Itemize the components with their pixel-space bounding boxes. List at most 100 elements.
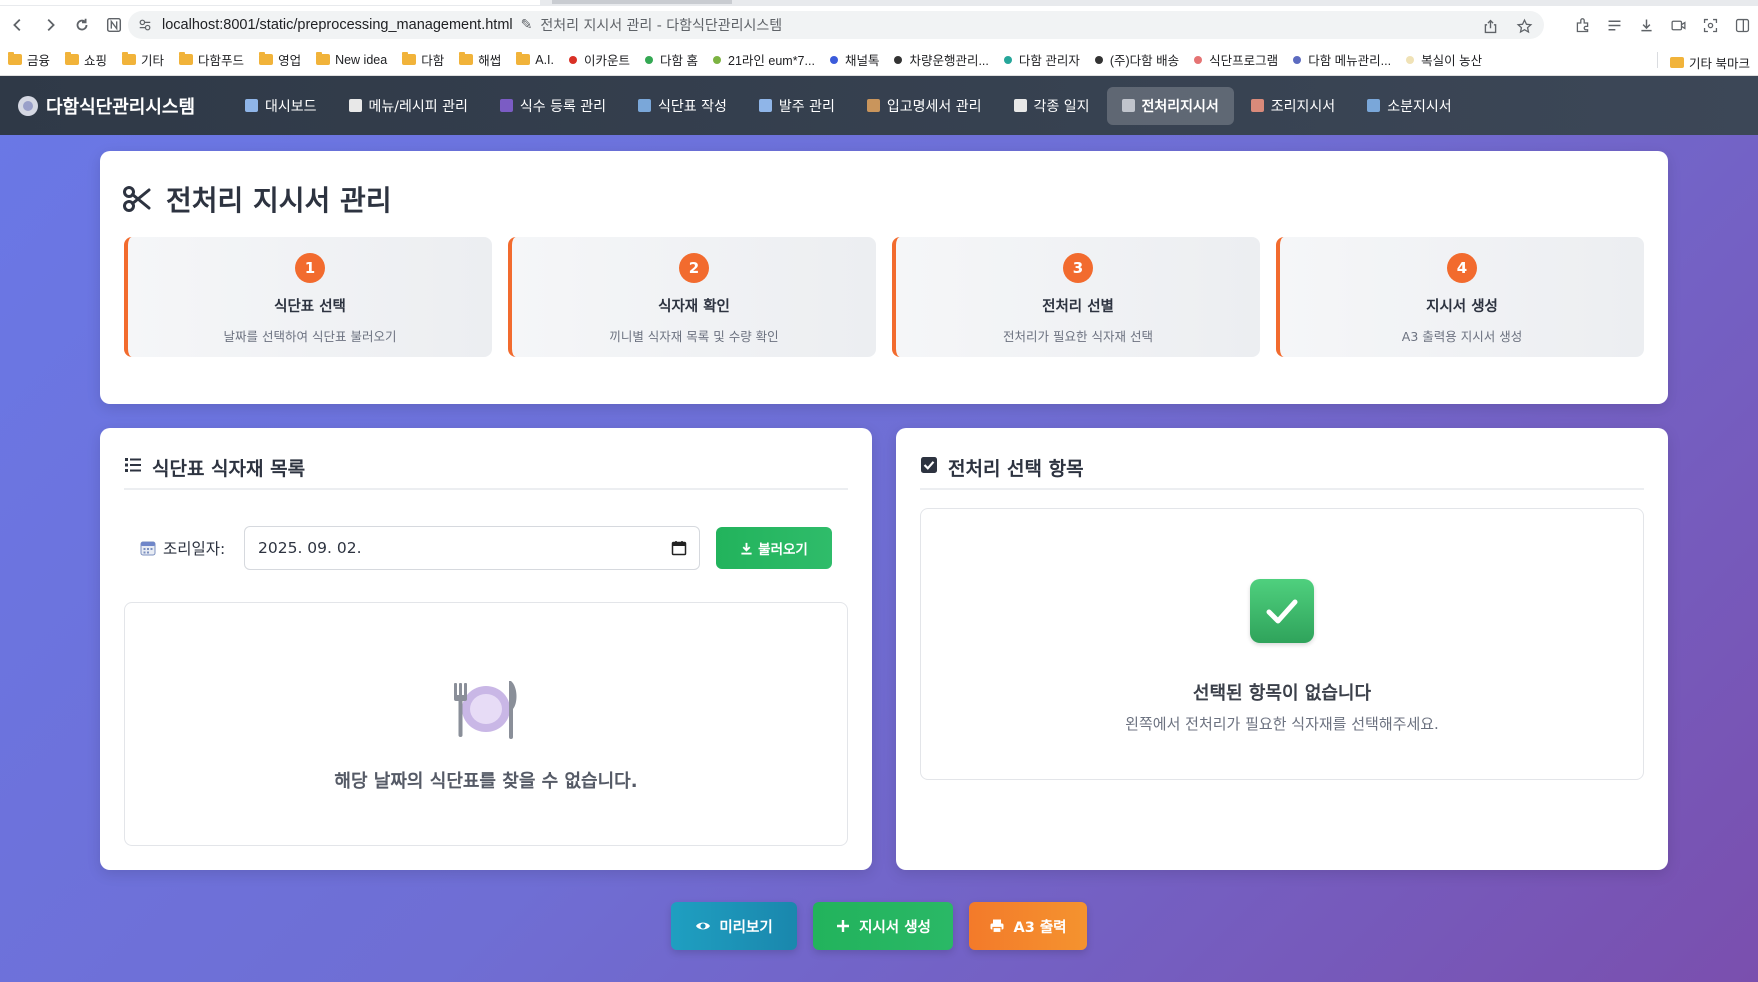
step-description: 날짜를 선택하여 식단표 불러오기 bbox=[223, 329, 397, 344]
bookmark-item[interactable]: 쇼핑 bbox=[65, 50, 107, 69]
bookmark-item[interactable]: (주)다함 배송 bbox=[1094, 50, 1180, 69]
nav-item-2[interactable]: 메뉴/레시피 관리 bbox=[334, 87, 483, 125]
bookmark-item[interactable]: New idea bbox=[316, 52, 388, 67]
workflow-steps: 1 식단표 선택 날짜를 선택하여 식단표 불러오기 2 식자재 확인 끼니별 … bbox=[124, 237, 1646, 357]
folder-icon bbox=[259, 52, 274, 65]
bookmark-star-icon[interactable] bbox=[1514, 16, 1534, 36]
extensions-icon[interactable] bbox=[1572, 15, 1592, 35]
nav-item-3[interactable]: 식수 등록 관리 bbox=[485, 87, 621, 125]
nav-item-label: 메뉴/레시피 관리 bbox=[368, 98, 468, 115]
nav-item-icon bbox=[638, 99, 652, 112]
nav-item-4[interactable]: 식단표 작성 bbox=[623, 87, 742, 125]
bookmark-label: New idea bbox=[335, 52, 388, 67]
back-icon[interactable] bbox=[4, 11, 32, 39]
bookmark-label: 다함 관리자 bbox=[1018, 54, 1080, 68]
step-card-2: 2 식자재 확인 끼니별 식자재 목록 및 수량 확인 bbox=[508, 237, 876, 357]
bookmark-item[interactable]: 해썹 bbox=[459, 50, 501, 69]
preview-button[interactable]: 미리보기 bbox=[671, 902, 797, 950]
bookmark-label: 쇼핑 bbox=[84, 54, 108, 68]
bookmark-item[interactable]: 복실이 농산 bbox=[1406, 50, 1482, 69]
inactive-tab[interactable] bbox=[552, 0, 732, 4]
preview-button-label: 미리보기 bbox=[719, 919, 773, 936]
load-button[interactable]: 불러오기 bbox=[716, 527, 832, 569]
nav-item-icon bbox=[758, 99, 772, 112]
nav-item-7[interactable]: 각종 일지 bbox=[999, 87, 1105, 125]
check-mark-icon bbox=[1250, 579, 1314, 643]
bookmark-label: (주)다함 배송 bbox=[1109, 54, 1180, 68]
bookmark-label: 다함 메뉴관리... bbox=[1308, 54, 1392, 68]
nav-item-icon bbox=[348, 99, 362, 112]
notion-extension-icon[interactable] bbox=[100, 11, 128, 39]
nav-item-8[interactable]: 전처리지시서 bbox=[1106, 86, 1234, 125]
bookmark-item[interactable]: 식단프로그램 bbox=[1194, 50, 1278, 69]
date-label: 조리일자: bbox=[140, 537, 244, 559]
folder-icon bbox=[1670, 57, 1685, 68]
nav-item-9[interactable]: 조리지시서 bbox=[1236, 87, 1350, 125]
reload-icon[interactable] bbox=[68, 11, 96, 39]
nav-item-10[interactable]: 소분지시서 bbox=[1352, 87, 1466, 125]
nav-item-icon bbox=[1121, 99, 1135, 112]
site-info-icon[interactable] bbox=[138, 18, 152, 32]
active-tab[interactable] bbox=[0, 0, 540, 5]
empty-selection-title: 선택된 항목이 없습니다 bbox=[1192, 683, 1372, 704]
create-button-label: 지시서 생성 bbox=[859, 919, 931, 936]
bookmark-item[interactable]: 차량운행관리... bbox=[894, 50, 989, 69]
nav-item-icon bbox=[499, 99, 513, 112]
nav-item-label: 소분지시서 bbox=[1387, 98, 1452, 115]
bookmark-item[interactable]: 금융 bbox=[8, 50, 50, 69]
nav-item-5[interactable]: 발주 관리 bbox=[744, 87, 850, 125]
bookmark-label: 기타 bbox=[141, 54, 165, 68]
bookmark-label: 이카운트 bbox=[584, 54, 631, 68]
nav-item-label: 식단표 작성 bbox=[658, 98, 727, 115]
nav-item-label: 입고명세서 관리 bbox=[886, 98, 982, 115]
bookmark-item[interactable]: 다함 홈 bbox=[645, 50, 698, 69]
nav-item-6[interactable]: 입고명세서 관리 bbox=[852, 87, 997, 125]
create-instruction-button[interactable]: 지시서 생성 bbox=[813, 902, 953, 950]
nav-item-label: 각종 일지 bbox=[1033, 98, 1090, 115]
brand-name: 다함식단관리시스템 bbox=[46, 96, 196, 118]
section-title: 전처리 선택 항목 bbox=[948, 458, 1084, 480]
media-icon[interactable] bbox=[1668, 15, 1688, 35]
folder-icon bbox=[179, 52, 194, 65]
list-icon bbox=[125, 458, 141, 472]
printer-icon bbox=[990, 919, 1004, 934]
forward-icon[interactable] bbox=[36, 11, 64, 39]
bookmark-item[interactable]: 다함 메뉴관리... bbox=[1293, 50, 1391, 69]
nav-item-1[interactable]: 대시보드 bbox=[230, 87, 332, 125]
bookmark-item[interactable]: A.I. bbox=[516, 52, 554, 67]
bookmark-item[interactable]: 다함 bbox=[402, 50, 444, 69]
nav-item-icon bbox=[866, 99, 880, 112]
side-panel-icon[interactable] bbox=[1732, 15, 1752, 35]
bookmark-item[interactable]: 이카운트 bbox=[569, 50, 630, 69]
bookmark-item[interactable]: 21라인 eum*7... bbox=[713, 50, 815, 69]
plate-logo-icon bbox=[18, 95, 38, 116]
action-bar: 미리보기 지시서 생성 A3 출력 bbox=[0, 902, 1758, 950]
bookmark-item[interactable]: 영업 bbox=[259, 50, 301, 69]
reading-list-icon[interactable] bbox=[1604, 15, 1624, 35]
folder-icon bbox=[8, 52, 22, 65]
download-icon[interactable] bbox=[1636, 15, 1656, 35]
brand[interactable]: 다함식단관리시스템 bbox=[18, 93, 230, 119]
plus-icon bbox=[837, 920, 850, 932]
browser-toolbar: localhost:8001/static/preprocessing_mana… bbox=[0, 6, 1758, 44]
step-number: 1 bbox=[295, 253, 325, 283]
step-description: 전처리가 필요한 식자재 선택 bbox=[1003, 329, 1153, 344]
bookmark-item[interactable]: 다함푸드 bbox=[179, 50, 244, 69]
bookmark-item[interactable]: 기타 bbox=[122, 50, 164, 69]
bookmarks-bar: 금융 쇼핑 기타 다함푸드 영업 New idea 다함 해썹 A.I. 이카운트 다함 홈 21라인… bbox=[0, 44, 1758, 76]
cooking-date-input[interactable]: 2025. 09. 02. bbox=[244, 526, 700, 570]
print-a3-button[interactable]: A3 출력 bbox=[969, 902, 1087, 950]
step-description: A3 출력용 지시서 생성 bbox=[1401, 329, 1523, 344]
bookmark-item[interactable]: 다함 관리자 bbox=[1003, 50, 1080, 69]
address-bar[interactable]: localhost:8001/static/preprocessing_mana… bbox=[128, 11, 1544, 39]
screenshot-icon[interactable] bbox=[1700, 15, 1720, 35]
folder-icon bbox=[516, 52, 531, 65]
bookmark-item[interactable]: 채널톡 bbox=[829, 50, 879, 69]
other-bookmarks[interactable]: 기타 북마크 bbox=[1670, 53, 1750, 72]
calendar-picker-icon[interactable] bbox=[671, 540, 687, 556]
page-heading: 전처리 지시서 관리 bbox=[122, 179, 392, 219]
bookmark-label: 다함 bbox=[421, 54, 445, 68]
share-icon[interactable] bbox=[1480, 16, 1500, 36]
ingredient-empty-state: 해당 날짜의 식단표를 찾을 수 없습니다. bbox=[124, 602, 848, 846]
step-card-4: 4 지시서 생성 A3 출력용 지시서 생성 bbox=[1276, 237, 1644, 357]
